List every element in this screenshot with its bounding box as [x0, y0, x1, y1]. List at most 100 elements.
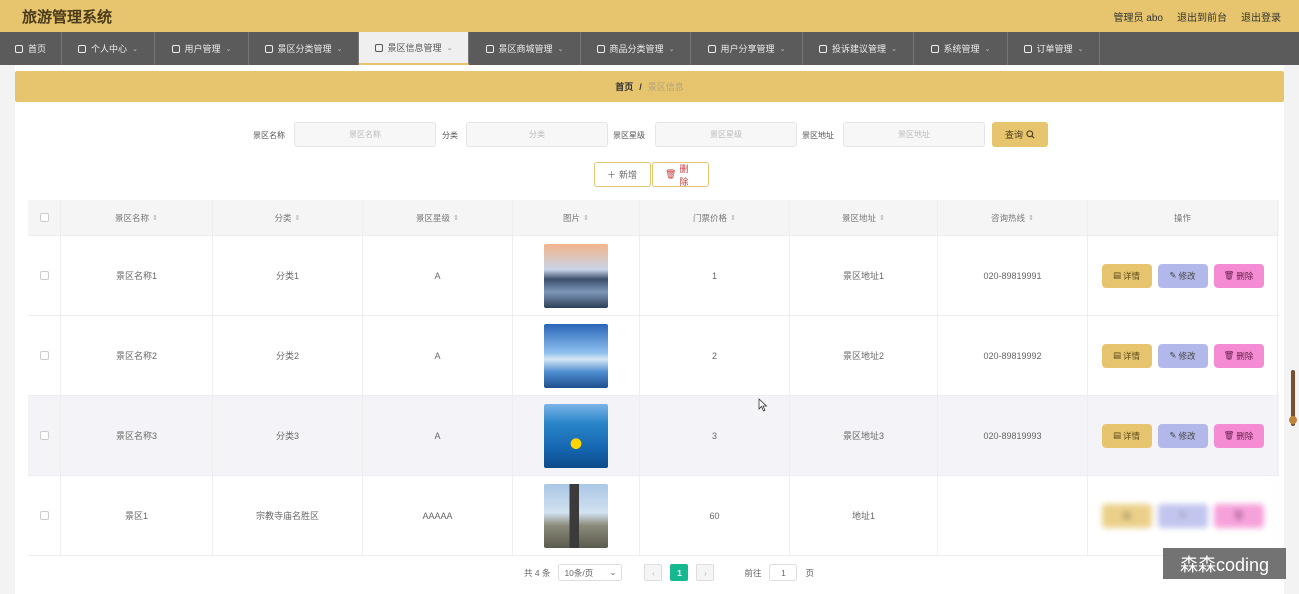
sort-icon[interactable]: ⇕ [1028, 214, 1034, 222]
cell-phone [938, 476, 1088, 555]
detail-button[interactable]: ▤ 详情 [1101, 343, 1152, 368]
row-checkbox[interactable] [39, 271, 49, 280]
level-input[interactable]: 景区星级 [655, 122, 797, 147]
chevron-down-icon: ⌄ [891, 45, 897, 53]
nav-item-9[interactable]: 投诉建议管理 ⌄ [803, 32, 914, 65]
share-icon [707, 44, 716, 53]
detail-button[interactable]: ▤ 详情 [1101, 263, 1152, 288]
row-checkbox[interactable] [39, 431, 49, 440]
name-input[interactable]: 景区名称 [294, 122, 436, 147]
cell-text: A [434, 270, 441, 281]
detail-button[interactable]: ▤ [1101, 503, 1152, 528]
trash-icon: 🗑 [1223, 270, 1235, 280]
table-row: 景区名称3 分类3 A 3 景区地址3 020-89819993 ▤ 详情 ✎ 修改 🗑 删除 [28, 396, 1279, 476]
sort-icon[interactable]: ⇕ [295, 214, 301, 222]
row-checkbox[interactable] [39, 351, 49, 360]
batch-delete-button[interactable]: 🗑 删除 [652, 162, 709, 187]
column-header-label: 景区地址 [842, 212, 877, 223]
column-header[interactable]: 门票价格 ⇕ [640, 200, 790, 235]
next-page-button[interactable]: › [696, 564, 715, 581]
nav-label: 个人中心 [91, 44, 128, 54]
delete-button[interactable]: 🗑 [1213, 503, 1264, 528]
cell-addr: 景区地址2 [790, 316, 938, 395]
prev-page-button[interactable]: ‹ [644, 564, 663, 581]
page-1-button[interactable]: 1 [670, 564, 689, 581]
sort-icon[interactable]: ⇕ [879, 214, 885, 222]
nav-item-4[interactable]: 景区分类管理 ⌄ [249, 32, 359, 65]
scrollbar-knob[interactable] [1289, 416, 1297, 424]
nav-item-3[interactable]: 用户管理 ⌄ [155, 32, 249, 65]
row-checkbox-cell [28, 316, 61, 395]
address-input[interactable]: 景区地址 [843, 122, 985, 147]
pencil-icon: ✎ [1169, 270, 1177, 280]
delete-button[interactable]: 🗑 删除 [1213, 423, 1264, 448]
arch-bridge-photo[interactable] [544, 323, 608, 388]
home-icon [14, 44, 23, 53]
scrollbar[interactable] [1289, 370, 1297, 426]
cell-name: 景区名称1 [61, 236, 213, 315]
column-header[interactable]: 分类 ⇕ [213, 200, 363, 235]
sort-icon[interactable]: ⇕ [583, 214, 589, 222]
column-header[interactable]: 景区名称 ⇕ [61, 200, 213, 235]
trash-icon: 🗑 [1223, 430, 1235, 440]
search-bar: 景区名称 景区名称 分类 分类 景区星级 景区星级 景区地址 景区地址 查询 [15, 122, 1284, 148]
sort-icon[interactable]: ⇕ [730, 214, 736, 222]
column-header[interactable]: 景区星级 ⇕ [363, 200, 513, 235]
nav-item-1[interactable]: 首页 [0, 32, 62, 65]
logout-link[interactable]: 退出登录 [1241, 9, 1281, 24]
level-label: 景区星级 [613, 131, 645, 140]
goto-label: 前往 [744, 567, 762, 578]
breadcrumb-home[interactable]: 首页 [615, 80, 633, 93]
monument-photo[interactable] [544, 483, 608, 548]
detail-button[interactable]: ▤ 详情 [1101, 423, 1152, 448]
cell-cat: 分类3 [213, 396, 363, 475]
edit-button[interactable]: ✎ 修改 [1157, 343, 1208, 368]
query-button[interactable]: 查询 [992, 122, 1048, 147]
to-frontend-link[interactable]: 退出到前台 [1177, 9, 1227, 24]
page-jump-input[interactable]: 1 [769, 564, 798, 581]
category-input[interactable]: 分类 [466, 122, 608, 147]
sort-icon[interactable]: ⇕ [152, 214, 158, 222]
cell-text: 1 [711, 270, 717, 281]
page-size-select[interactable]: 10条/页 ⌄ [558, 564, 623, 581]
nav-item-11[interactable]: 订单管理 ⌄ [1008, 32, 1100, 65]
nav-item-10[interactable]: 系统管理 ⌄ [914, 32, 1008, 65]
nav-item-6[interactable]: 景区商城管理 ⌄ [469, 32, 581, 65]
delete-button[interactable]: 🗑 删除 [1213, 343, 1264, 368]
edit-button[interactable]: ✎ 修改 [1157, 423, 1208, 448]
pin-icon [485, 44, 494, 53]
column-header-label: 图片 [563, 212, 581, 223]
cell-img [513, 476, 640, 555]
column-header-label: 分类 [274, 212, 292, 223]
cell-text: 3 [711, 430, 717, 441]
select-all-checkbox[interactable] [39, 213, 49, 222]
cell-operations: ▤ 详情 ✎ 修改 🗑 删除 [1088, 396, 1278, 475]
nav-item-2[interactable]: 个人中心 ⌄ [62, 32, 155, 65]
pool-duck-photo[interactable] [544, 403, 608, 468]
data-table: 景区名称 ⇕ 分类 ⇕ 景区星级 ⇕ 图片 ⇕ 门票价格 ⇕ 景区地址 ⇕ 咨询热线 ⇕ 操作 景区名称1 分… [28, 200, 1279, 556]
cell-phone: 020-89819992 [938, 316, 1088, 395]
add-button[interactable]: ＋ 新增 [594, 162, 651, 187]
nav-item-7[interactable]: 商品分类管理 ⌄ [581, 32, 691, 65]
list-icon [171, 44, 180, 53]
sort-icon[interactable]: ⇕ [453, 214, 459, 222]
cell-addr: 地址1 [790, 476, 938, 555]
nav-item-8[interactable]: 用户分享管理 ⌄ [691, 32, 803, 65]
breadcrumb-current: 景区信息 [647, 82, 684, 92]
delete-button[interactable]: 🗑 删除 [1213, 263, 1264, 288]
edit-button[interactable]: ✎ 修改 [1157, 263, 1208, 288]
cell-name: 景区1 [61, 476, 213, 555]
nav-label: 用户分享管理 [720, 44, 775, 54]
city-waterfront-photo[interactable] [544, 243, 608, 308]
nav-item-5[interactable]: 景区信息管理 ⌄ [359, 32, 469, 65]
row-checkbox[interactable] [39, 511, 49, 520]
cell-text: 地址1 [851, 511, 875, 521]
cell-addr: 景区地址1 [790, 236, 938, 315]
column-header[interactable]: 咨询热线 ⇕ [938, 200, 1088, 235]
column-header[interactable]: 景区地址 ⇕ [790, 200, 938, 235]
admin-name: 管理员 abo [1113, 13, 1163, 24]
app-title: 旅游管理系统 [22, 9, 113, 26]
edit-button[interactable]: ✎ [1157, 503, 1208, 528]
delete-label: 删除 [679, 163, 689, 187]
mouse-cursor-icon [758, 398, 768, 412]
